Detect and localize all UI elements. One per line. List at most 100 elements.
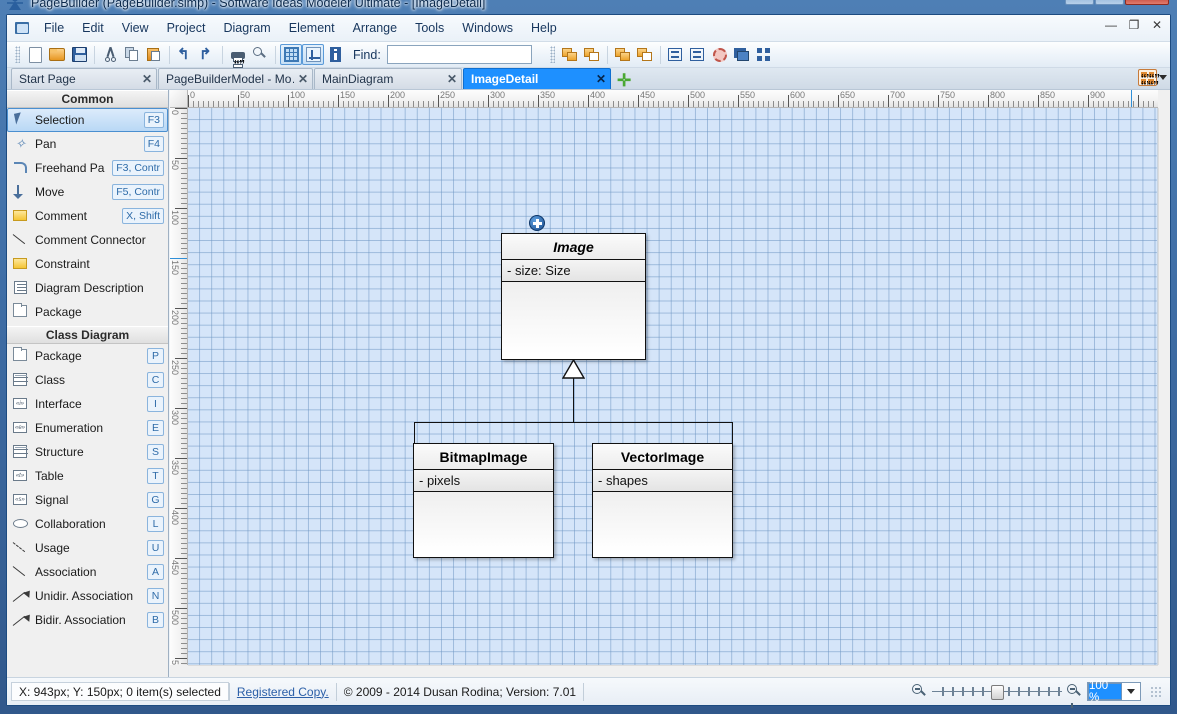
chevron-down-icon[interactable] — [1127, 689, 1135, 694]
window-minimize-button[interactable]: — — [1065, 0, 1094, 5]
ruler-tick — [873, 101, 874, 107]
new-document-button[interactable] — [24, 44, 46, 65]
tab-pagebuildermodel[interactable]: PageBuilderModel - Mo… ✕ — [158, 68, 313, 89]
tool-pan[interactable]: ✧ Pan F4 — [7, 132, 168, 156]
show-grid-button[interactable] — [280, 44, 302, 65]
mdi-minimize-button[interactable]: — — [1104, 18, 1118, 32]
tool-enumeration[interactable]: «e» Enumeration E — [7, 416, 168, 440]
add-tab-button[interactable]: ✛ — [617, 72, 631, 89]
tool-selection[interactable]: Selection F3 — [7, 108, 168, 132]
find-input[interactable] — [386, 45, 532, 64]
menu-project[interactable]: Project — [158, 18, 215, 38]
horizontal-scrollbar[interactable] — [188, 665, 1158, 677]
vertical-ruler[interactable]: 0 50 100 150 200 250 300 350 400 450 500 550 — [170, 108, 188, 665]
zoom-slider[interactable] — [932, 684, 1062, 700]
ruler-tick — [658, 101, 659, 107]
ruler-label: 900 — [1090, 90, 1106, 100]
paste-button[interactable] — [143, 44, 165, 65]
snap-to-grid-button[interactable] — [302, 44, 324, 65]
menu-view[interactable]: View — [113, 18, 158, 38]
menu-file[interactable]: File — [35, 18, 73, 38]
bring-to-front-button[interactable] — [559, 44, 581, 65]
tool-class[interactable]: Class C — [7, 368, 168, 392]
resize-grip[interactable] — [1150, 685, 1162, 698]
menu-windows[interactable]: Windows — [453, 18, 522, 38]
toolbar-grip[interactable] — [15, 46, 20, 63]
uml-class-bitmapimage[interactable]: BitmapImage - pixels — [413, 443, 554, 558]
tool-diagram-description[interactable]: Diagram Description — [7, 276, 168, 300]
zoom-slider-thumb[interactable] — [991, 684, 1004, 700]
send-to-back-button[interactable] — [581, 44, 603, 65]
distribute-button[interactable] — [687, 44, 709, 65]
undo-button[interactable]: ↰ — [174, 44, 196, 65]
tab-maindiagram[interactable]: MainDiagram ✕ — [314, 68, 462, 89]
tab-close-icon[interactable]: ✕ — [447, 72, 457, 86]
window-maximize-button[interactable]: ❐ — [1095, 0, 1124, 5]
menu-edit[interactable]: Edit — [73, 18, 113, 38]
zoom-in-icon[interactable] — [1067, 684, 1082, 708]
tab-layout-icon[interactable] — [1138, 69, 1157, 86]
uml-class-vectorimage[interactable]: VectorImage - shapes — [592, 443, 733, 558]
chevron-down-icon[interactable] — [1159, 75, 1167, 80]
tool-table[interactable]: «t» Table T — [7, 464, 168, 488]
uml-class-image[interactable]: Image - size: Size — [501, 233, 646, 360]
align-button[interactable] — [665, 44, 687, 65]
tool-shortcut: G — [147, 492, 164, 508]
redo-button[interactable]: ↱ — [196, 44, 218, 65]
toolbox-group-class-diagram[interactable]: Class Diagram — [7, 326, 168, 344]
menu-element[interactable]: Element — [280, 18, 344, 38]
window-close-button[interactable]: ✕ — [1125, 0, 1169, 5]
status-registration-link[interactable]: Registered Copy. — [230, 682, 336, 701]
zoom-out-icon[interactable] — [912, 684, 927, 699]
toolbox-group-common[interactable]: Common — [7, 90, 168, 108]
tab-close-icon[interactable]: ✕ — [142, 72, 152, 86]
toolbar-grip-2[interactable] — [549, 46, 555, 63]
mdi-restore-button[interactable]: ❐ — [1127, 18, 1141, 32]
tab-close-icon[interactable]: ✕ — [298, 72, 308, 86]
tool-signal[interactable]: «s» Signal G — [7, 488, 168, 512]
tool-comment-connector[interactable]: Comment Connector — [7, 228, 168, 252]
bring-forward-button[interactable] — [612, 44, 634, 65]
tool-interface[interactable]: «i» Interface I — [7, 392, 168, 416]
tool-comment[interactable]: Comment X, Shift — [7, 204, 168, 228]
print-preview-button[interactable] — [249, 44, 271, 65]
menu-diagram[interactable]: Diagram — [214, 18, 279, 38]
horizontal-ruler[interactable]: 0 50 100 150 200 250 300 350 400 450 500 550 600 650 7… — [188, 90, 1158, 108]
save-button[interactable] — [68, 44, 90, 65]
diagram-canvas-viewport[interactable]: Image - size: Size BitmapImage - pixels … — [188, 108, 1158, 665]
send-backward-button[interactable] — [634, 44, 656, 65]
tool-freehand-path[interactable]: Freehand Pa F3, Contr — [7, 156, 168, 180]
menu-arrange[interactable]: Arrange — [344, 18, 406, 38]
tool-bidir-association[interactable]: Bidir. Association B — [7, 608, 168, 632]
zoom-level-combobox[interactable]: 100 % — [1087, 680, 1141, 704]
tool-unidir-association[interactable]: Unidir. Association N — [7, 584, 168, 608]
vertical-scrollbar[interactable] — [1158, 108, 1170, 665]
layers-button[interactable] — [731, 44, 753, 65]
add-element-handle[interactable] — [529, 215, 545, 231]
copy-button[interactable] — [121, 44, 143, 65]
tool-structure[interactable]: Structure S — [7, 440, 168, 464]
ruler-cursor-marker — [1131, 90, 1132, 107]
menu-help[interactable]: Help — [522, 18, 566, 38]
tool-constraint[interactable]: Constraint — [7, 252, 168, 276]
diagram-canvas[interactable]: Image - size: Size BitmapImage - pixels … — [188, 108, 1157, 665]
tool-collaboration[interactable]: Collaboration L — [7, 512, 168, 536]
open-button[interactable] — [46, 44, 68, 65]
print-button[interactable] — [227, 44, 249, 68]
style-button[interactable] — [709, 44, 731, 65]
menu-tools[interactable]: Tools — [406, 18, 453, 38]
tool-association[interactable]: Association A — [7, 560, 168, 584]
tool-move[interactable]: Move F5, Contr — [7, 180, 168, 204]
tab-imagedetail[interactable]: ImageDetail ✕ — [463, 68, 611, 89]
mdi-close-button[interactable]: ✕ — [1150, 18, 1164, 32]
tab-close-icon[interactable]: ✕ — [596, 72, 606, 86]
tab-start-page[interactable]: Start Page ✕ — [11, 68, 157, 89]
ruler-label: 400 — [590, 90, 606, 100]
cut-button[interactable] — [99, 44, 121, 65]
tool-usage[interactable]: Usage U — [7, 536, 168, 560]
tool-package[interactable]: Package P — [7, 344, 168, 368]
save-icon — [71, 47, 87, 62]
properties-button[interactable] — [324, 44, 346, 65]
tool-package-common[interactable]: Package — [7, 300, 168, 324]
group-button[interactable] — [753, 44, 775, 65]
